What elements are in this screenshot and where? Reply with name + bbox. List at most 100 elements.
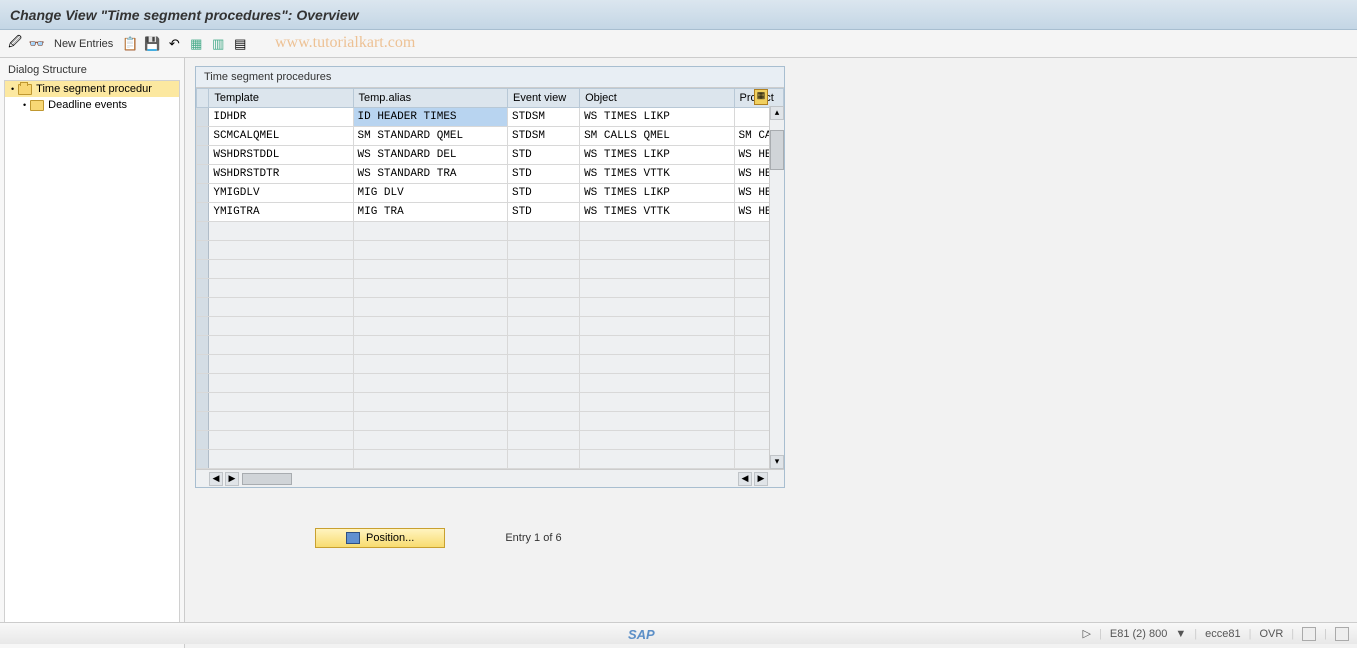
cell-event[interactable]: STD bbox=[507, 165, 579, 184]
cell-empty[interactable] bbox=[353, 431, 507, 450]
status-system[interactable]: E81 (2) 800 bbox=[1110, 628, 1167, 640]
cell-empty[interactable] bbox=[209, 260, 353, 279]
cell-empty[interactable] bbox=[507, 431, 579, 450]
cell-object[interactable]: SM CALLS QMEL bbox=[580, 127, 734, 146]
dropdown-icon[interactable]: ▼ bbox=[1175, 628, 1186, 640]
cell-template[interactable]: WSHDRSTDDL bbox=[209, 146, 353, 165]
cell-empty[interactable] bbox=[209, 450, 353, 469]
cell-empty[interactable] bbox=[580, 431, 734, 450]
cell-event[interactable]: STDSM bbox=[507, 108, 579, 127]
cell-empty[interactable] bbox=[507, 355, 579, 374]
cell-empty[interactable] bbox=[507, 260, 579, 279]
table-row[interactable]: IDHDRID HEADER TIMESSTDSMWS TIMES LIKP bbox=[197, 108, 784, 127]
vscroll-thumb[interactable] bbox=[770, 130, 784, 170]
cell-template[interactable]: YMIGDLV bbox=[209, 184, 353, 203]
hscroll-thumb[interactable] bbox=[242, 473, 292, 485]
cell-empty[interactable] bbox=[209, 222, 353, 241]
cell-event[interactable]: STD bbox=[507, 203, 579, 222]
row-header[interactable] bbox=[197, 203, 209, 222]
cell-empty[interactable] bbox=[507, 450, 579, 469]
hscroll-left-icon[interactable]: ◀ bbox=[209, 472, 223, 486]
cell-empty[interactable] bbox=[353, 241, 507, 260]
cell-empty[interactable] bbox=[209, 393, 353, 412]
row-header[interactable] bbox=[197, 298, 209, 317]
cell-alias[interactable]: WS STANDARD TRA bbox=[353, 165, 507, 184]
deselect-icon[interactable]: ▥ bbox=[209, 35, 227, 53]
table-settings-icon[interactable]: ▤ bbox=[231, 35, 249, 53]
row-header[interactable] bbox=[197, 241, 209, 260]
cell-empty[interactable] bbox=[507, 298, 579, 317]
scroll-down-icon[interactable]: ▾ bbox=[770, 455, 784, 469]
cell-empty[interactable] bbox=[209, 412, 353, 431]
row-header[interactable] bbox=[197, 279, 209, 298]
undo-icon[interactable]: ↶ bbox=[165, 35, 183, 53]
cell-object[interactable]: WS TIMES LIKP bbox=[580, 184, 734, 203]
cell-empty[interactable] bbox=[209, 298, 353, 317]
table-row[interactable]: WSHDRSTDDLWS STANDARD DELSTDWS TIMES LIK… bbox=[197, 146, 784, 165]
table-row-empty[interactable] bbox=[197, 298, 784, 317]
column-config-icon[interactable]: ▦ bbox=[754, 89, 768, 105]
table-row-empty[interactable] bbox=[197, 355, 784, 374]
row-header[interactable] bbox=[197, 374, 209, 393]
cell-empty[interactable] bbox=[209, 317, 353, 336]
row-header[interactable] bbox=[197, 222, 209, 241]
cell-empty[interactable] bbox=[209, 241, 353, 260]
cell-empty[interactable] bbox=[507, 374, 579, 393]
cell-empty[interactable] bbox=[580, 412, 734, 431]
cell-empty[interactable] bbox=[580, 241, 734, 260]
table-row-empty[interactable] bbox=[197, 393, 784, 412]
cell-empty[interactable] bbox=[209, 355, 353, 374]
cell-empty[interactable] bbox=[209, 374, 353, 393]
table-row-empty[interactable] bbox=[197, 241, 784, 260]
select-all-icon[interactable]: ▦ bbox=[187, 35, 205, 53]
cell-empty[interactable] bbox=[353, 260, 507, 279]
cell-event[interactable]: STD bbox=[507, 146, 579, 165]
col-template[interactable]: Template bbox=[209, 89, 353, 108]
cell-alias[interactable]: MIG TRA bbox=[353, 203, 507, 222]
cell-empty[interactable] bbox=[353, 393, 507, 412]
row-header[interactable] bbox=[197, 165, 209, 184]
cell-object[interactable]: WS TIMES LIKP bbox=[580, 146, 734, 165]
table-row-empty[interactable] bbox=[197, 412, 784, 431]
table-row[interactable]: YMIGDLVMIG DLVSTDWS TIMES LIKPWS HEA bbox=[197, 184, 784, 203]
cell-empty[interactable] bbox=[353, 412, 507, 431]
status-layout-icon[interactable] bbox=[1302, 627, 1316, 641]
cell-empty[interactable] bbox=[580, 298, 734, 317]
cell-empty[interactable] bbox=[507, 241, 579, 260]
row-header[interactable] bbox=[197, 393, 209, 412]
cell-empty[interactable] bbox=[507, 222, 579, 241]
cell-alias[interactable]: WS STANDARD DEL bbox=[353, 146, 507, 165]
row-header[interactable] bbox=[197, 127, 209, 146]
cell-empty[interactable] bbox=[507, 279, 579, 298]
row-header[interactable] bbox=[197, 450, 209, 469]
row-header[interactable] bbox=[197, 260, 209, 279]
status-triangle-icon[interactable]: ▷ bbox=[1083, 627, 1091, 640]
scroll-up-icon[interactable]: ▴ bbox=[770, 106, 784, 120]
cell-empty[interactable] bbox=[353, 336, 507, 355]
cell-empty[interactable] bbox=[507, 336, 579, 355]
row-header[interactable] bbox=[197, 108, 209, 127]
cell-empty[interactable] bbox=[353, 222, 507, 241]
table-row-empty[interactable] bbox=[197, 450, 784, 469]
cell-empty[interactable] bbox=[353, 374, 507, 393]
col-alias[interactable]: Temp.alias bbox=[353, 89, 507, 108]
cell-empty[interactable] bbox=[580, 336, 734, 355]
row-header[interactable] bbox=[197, 355, 209, 374]
cell-empty[interactable] bbox=[353, 317, 507, 336]
col-event[interactable]: Event view bbox=[507, 89, 579, 108]
cell-empty[interactable] bbox=[580, 393, 734, 412]
cell-template[interactable]: WSHDRSTDTR bbox=[209, 165, 353, 184]
table-row[interactable]: YMIGTRAMIG TRASTDWS TIMES VTTKWS HEA bbox=[197, 203, 784, 222]
cell-empty[interactable] bbox=[580, 355, 734, 374]
cell-empty[interactable] bbox=[209, 431, 353, 450]
tree-item-time-segment[interactable]: • Time segment procedur bbox=[5, 81, 179, 97]
cell-object[interactable]: WS TIMES VTTK bbox=[580, 165, 734, 184]
vscroll[interactable]: ▴ ▾ bbox=[769, 106, 784, 469]
table-row-empty[interactable] bbox=[197, 431, 784, 450]
cell-alias[interactable]: MIG DLV bbox=[353, 184, 507, 203]
hscroll-right-icon[interactable]: ▶ bbox=[225, 472, 239, 486]
status-lock-icon[interactable] bbox=[1335, 627, 1349, 641]
cell-empty[interactable] bbox=[353, 355, 507, 374]
row-header[interactable] bbox=[197, 336, 209, 355]
table-row-empty[interactable] bbox=[197, 336, 784, 355]
